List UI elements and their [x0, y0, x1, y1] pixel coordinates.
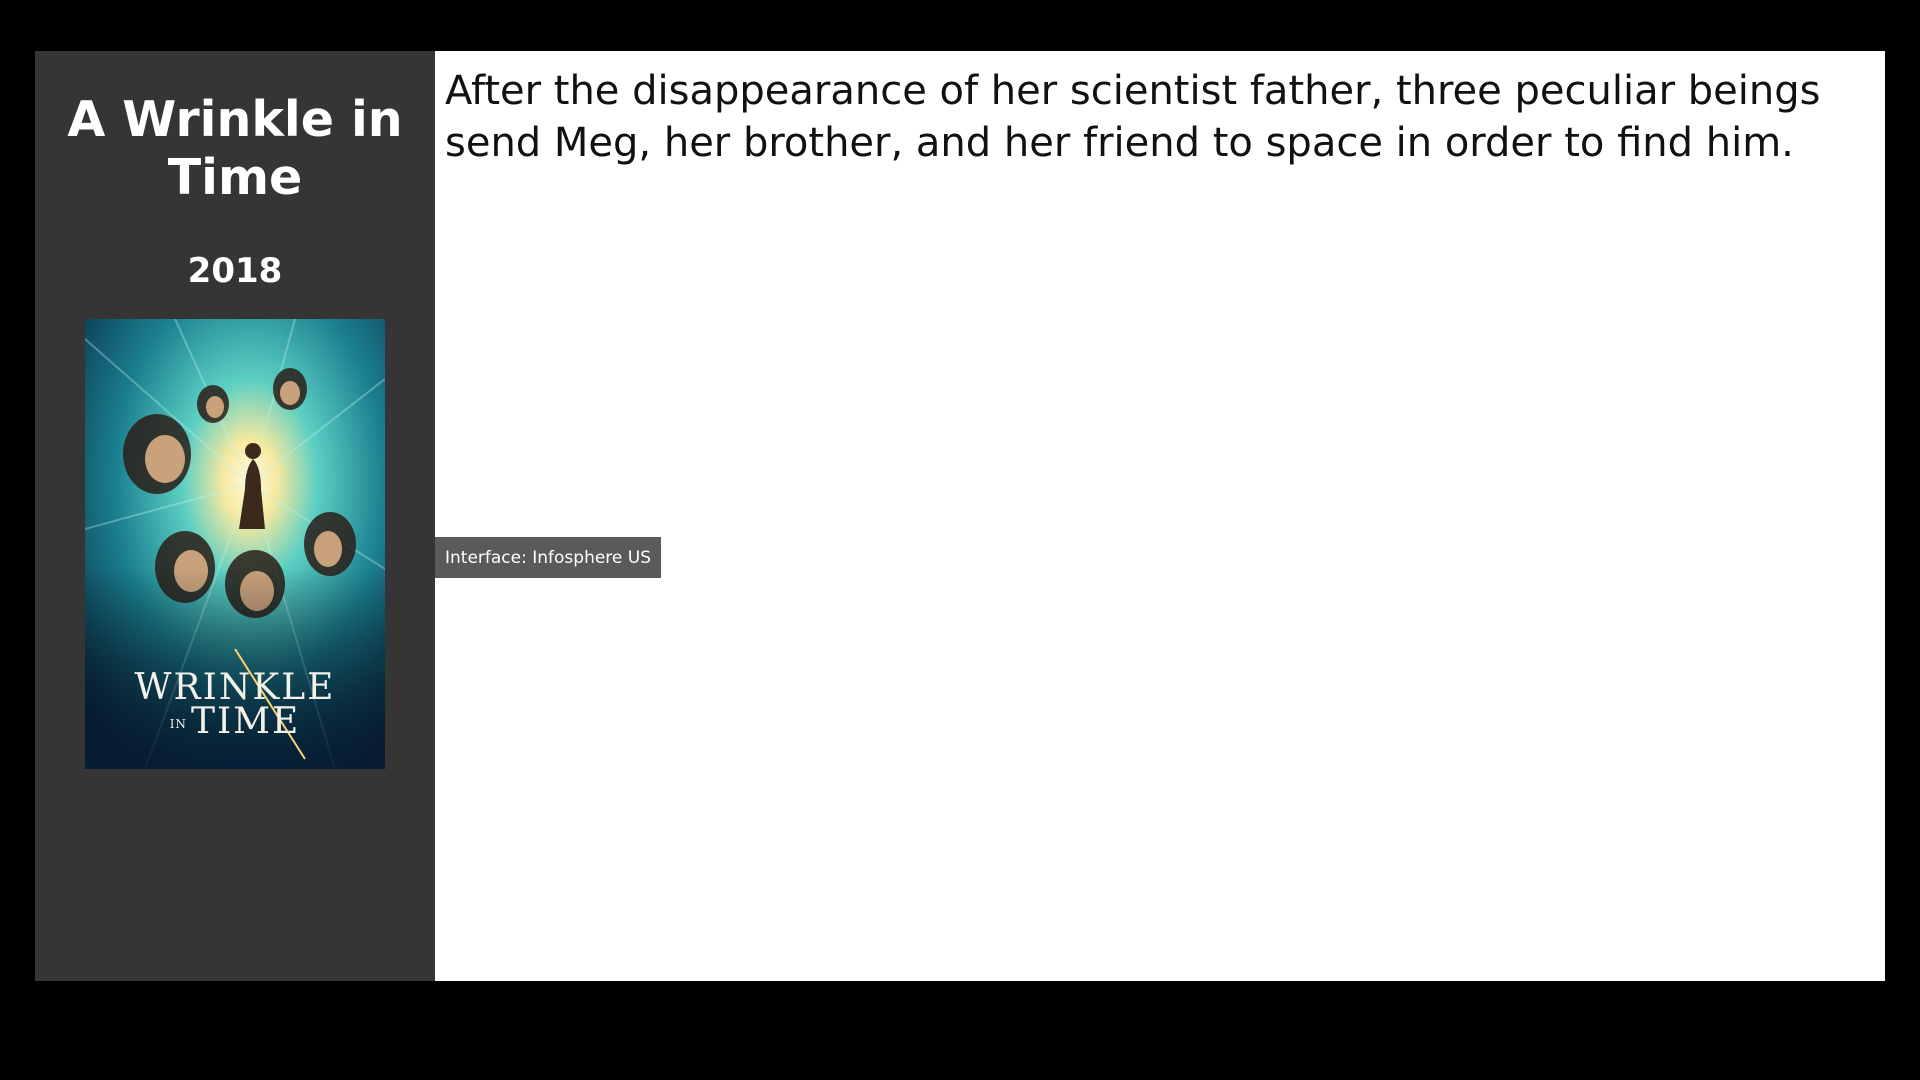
poster-logo-line2: IN TIME — [85, 704, 385, 741]
poster-logo-line1: WRINKLE — [134, 667, 336, 708]
app-window: A Wrinkle in Time 2018 WRINKLE IN TIME A… — [35, 51, 1885, 981]
poster-logo-in: IN — [169, 717, 187, 731]
movie-poster: WRINKLE IN TIME — [85, 319, 385, 769]
content-panel: After the disappearance of her scientist… — [435, 51, 1885, 981]
interface-tooltip: Interface: Infosphere US — [435, 537, 662, 578]
poster-logo-time: TIME — [190, 701, 301, 742]
movie-synopsis: After the disappearance of her scientist… — [445, 68, 1821, 166]
movie-year: 2018 — [187, 251, 283, 291]
movie-sidebar: A Wrinkle in Time 2018 WRINKLE IN TIME — [35, 51, 435, 981]
poster-logo: WRINKLE IN TIME — [85, 667, 385, 741]
movie-title: A Wrinkle in Time — [67, 91, 403, 206]
